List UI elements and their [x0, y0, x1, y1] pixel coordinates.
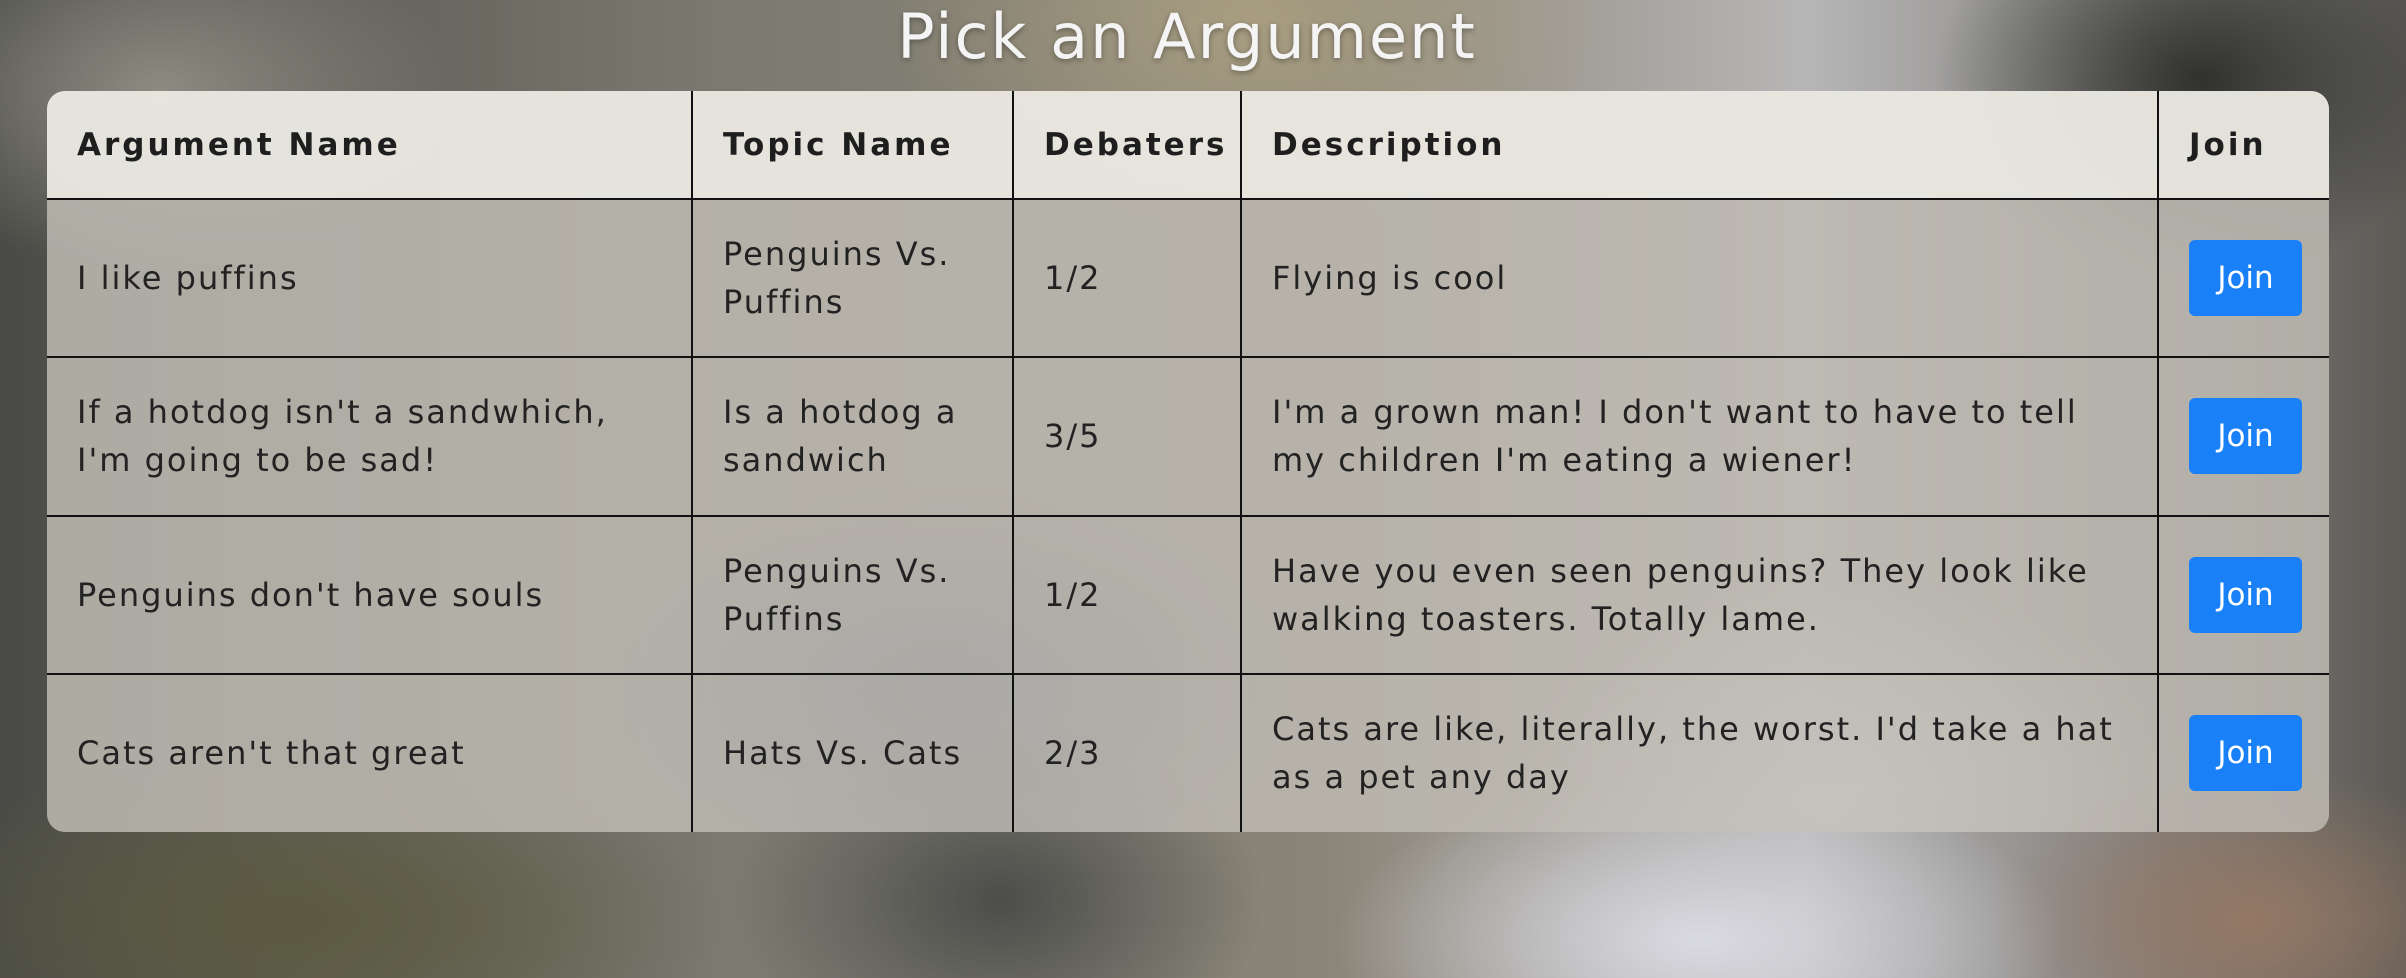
argument-name-cell: If a hotdog isn't a sandwhich, I'm going… — [47, 356, 693, 517]
topic-name-cell: Penguins Vs. Puffins — [691, 514, 1014, 675]
description-cell: Have you even seen penguins? They look l… — [1240, 514, 2159, 675]
table-row: I like puffins Penguins Vs. Puffins 1/2 … — [47, 197, 2329, 359]
arguments-table: Argument Name Topic Name Debaters Descri… — [47, 91, 2329, 832]
table-row: Penguins don't have souls Penguins Vs. P… — [47, 514, 2329, 675]
topic-name-cell: Penguins Vs. Puffins — [691, 197, 1014, 359]
table-header-row: Argument Name Topic Name Debaters Descri… — [47, 91, 2329, 200]
description-cell: Flying is cool — [1240, 197, 2159, 359]
header-topic-name: Topic Name — [691, 91, 1014, 200]
topic-name-cell: Is a hotdog a sandwich — [691, 356, 1014, 517]
header-join: Join — [2157, 91, 2329, 200]
page-title: Pick an Argument — [897, 0, 1477, 73]
join-cell: Join — [2157, 197, 2329, 359]
debaters-cell: 3/5 — [1012, 356, 1242, 517]
topic-name-cell: Hats Vs. Cats — [691, 672, 1014, 832]
debaters-cell: 1/2 — [1012, 197, 1242, 359]
table-row: Cats aren't that great Hats Vs. Cats 2/3… — [47, 672, 2329, 832]
header-description: Description — [1240, 91, 2159, 200]
join-button[interactable]: Join — [2189, 398, 2302, 475]
join-button[interactable]: Join — [2189, 556, 2302, 633]
argument-name-cell: Cats aren't that great — [47, 672, 693, 832]
debaters-cell: 1/2 — [1012, 514, 1242, 675]
header-argument-name: Argument Name — [47, 91, 693, 200]
argument-name-cell: Penguins don't have souls — [47, 514, 693, 675]
description-cell: Cats are like, literally, the worst. I'd… — [1240, 672, 2159, 832]
arguments-table-container: Argument Name Topic Name Debaters Descri… — [47, 91, 2329, 832]
description-cell: I'm a grown man! I don't want to have to… — [1240, 356, 2159, 517]
debaters-cell: 2/3 — [1012, 672, 1242, 832]
join-cell: Join — [2157, 514, 2329, 675]
argument-name-cell: I like puffins — [47, 197, 693, 359]
join-button[interactable]: Join — [2189, 240, 2302, 317]
join-button[interactable]: Join — [2189, 715, 2302, 792]
join-cell: Join — [2157, 356, 2329, 517]
header-debaters: Debaters — [1012, 91, 1242, 200]
table-row: If a hotdog isn't a sandwhich, I'm going… — [47, 356, 2329, 517]
join-cell: Join — [2157, 672, 2329, 832]
